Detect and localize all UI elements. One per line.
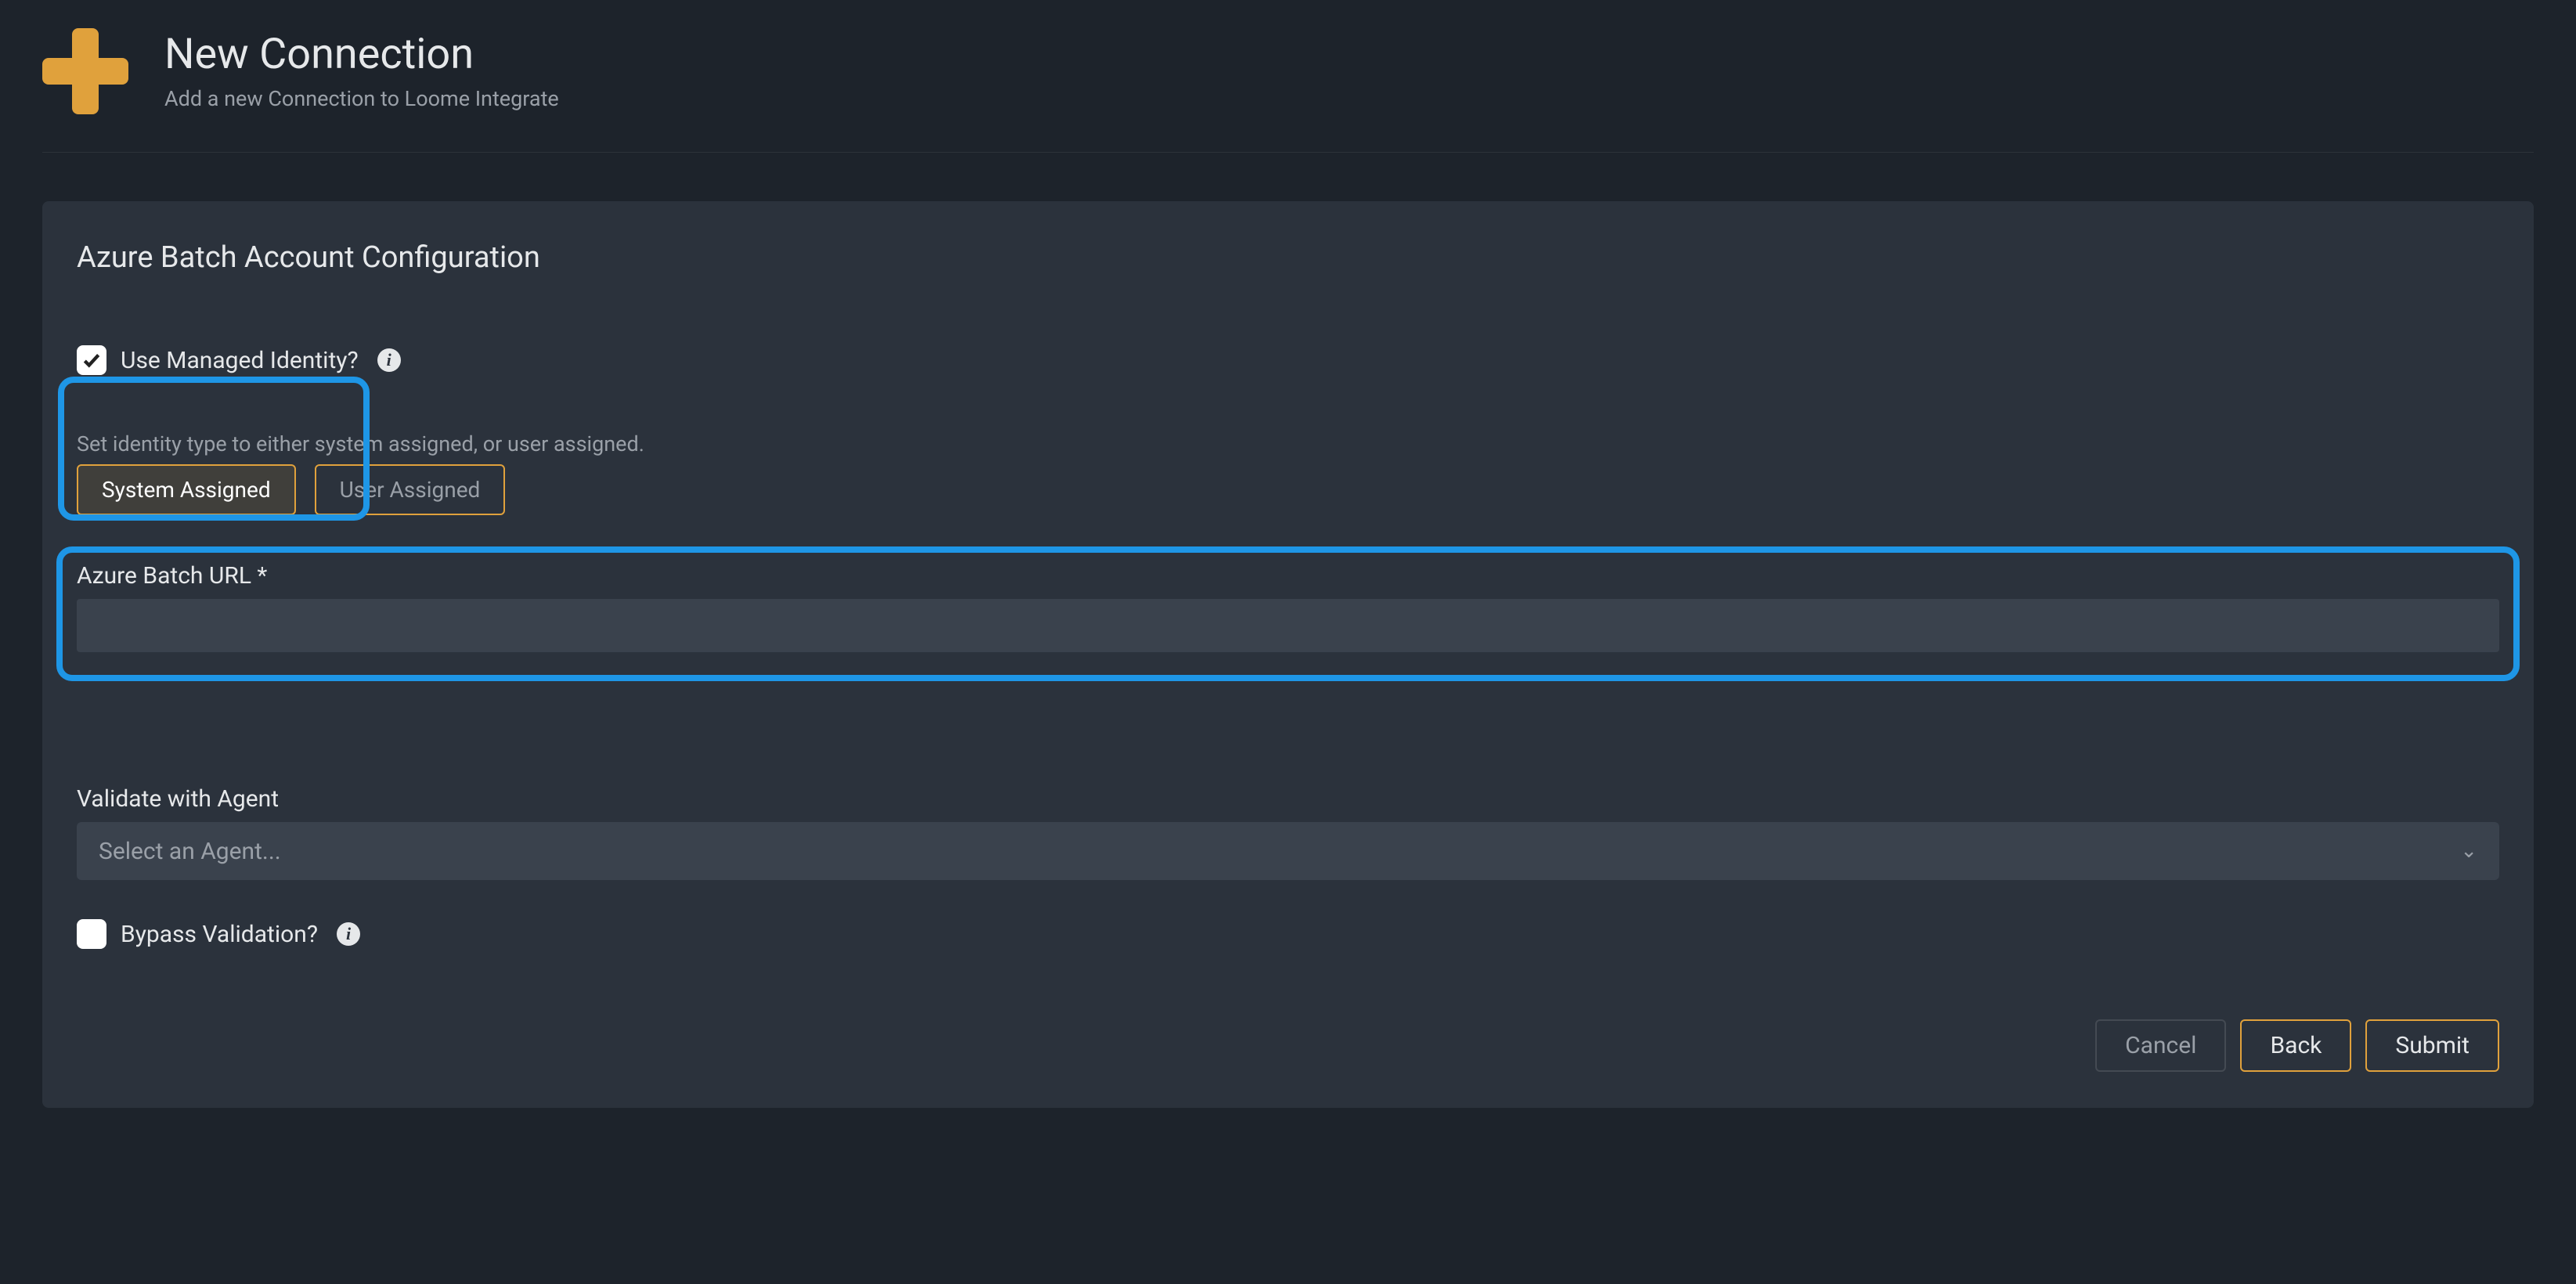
- managed-identity-row: Use Managed Identity? i: [77, 345, 2499, 375]
- azure-batch-url-label: Azure Batch URL *: [77, 562, 2499, 590]
- validate-agent-select[interactable]: Select an Agent...: [77, 822, 2499, 880]
- validate-agent-group: Validate with Agent Select an Agent... ⌄: [77, 785, 2499, 880]
- system-assigned-button[interactable]: System Assigned: [77, 464, 296, 515]
- identity-type-toggle: System Assigned User Assigned: [77, 464, 2499, 515]
- identity-hint: Set identity type to either system assig…: [77, 431, 2499, 456]
- cancel-button[interactable]: Cancel: [2095, 1019, 2226, 1072]
- info-icon[interactable]: i: [337, 922, 360, 946]
- azure-batch-url-group: Azure Batch URL *: [77, 562, 2499, 652]
- info-icon[interactable]: i: [377, 348, 401, 372]
- user-assigned-button[interactable]: User Assigned: [315, 464, 506, 515]
- chevron-down-icon: ⌄: [2460, 839, 2477, 863]
- validate-agent-placeholder: Select an Agent...: [99, 838, 281, 865]
- checkmark-icon: [81, 350, 102, 370]
- plus-icon: [42, 28, 128, 114]
- bypass-validation-checkbox[interactable]: [77, 919, 106, 949]
- panel-title: Azure Batch Account Configuration: [77, 240, 2499, 275]
- managed-identity-label: Use Managed Identity?: [121, 347, 359, 374]
- managed-identity-checkbox[interactable]: [77, 345, 106, 375]
- page-title: New Connection: [164, 31, 559, 78]
- bypass-validation-label: Bypass Validation?: [121, 921, 318, 948]
- bypass-validation-row: Bypass Validation? i: [77, 919, 2499, 949]
- config-panel: Azure Batch Account Configuration Use Ma…: [42, 201, 2534, 1108]
- back-button[interactable]: Back: [2240, 1019, 2351, 1072]
- page-subtitle: Add a new Connection to Loome Integrate: [164, 86, 559, 111]
- azure-batch-url-input[interactable]: [77, 599, 2499, 652]
- validate-agent-label: Validate with Agent: [77, 785, 2499, 813]
- submit-button[interactable]: Submit: [2365, 1019, 2499, 1072]
- panel-footer: Cancel Back Submit: [77, 1019, 2499, 1072]
- page-header: New Connection Add a new Connection to L…: [42, 28, 2534, 153]
